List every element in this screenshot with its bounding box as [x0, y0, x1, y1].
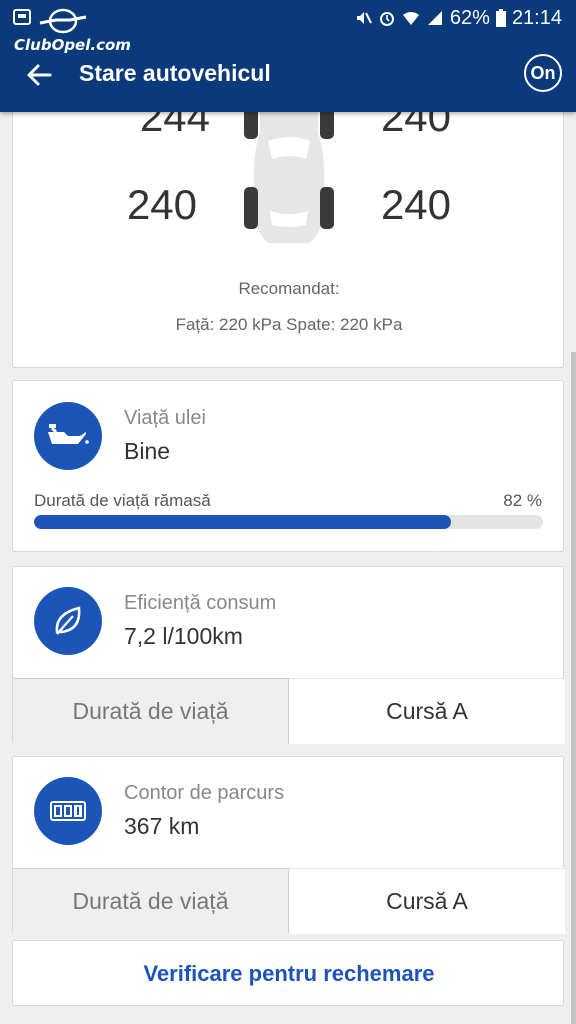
scroll-content[interactable]: 244 240 240 240 Recomandat: Față: 220 kP…: [0, 112, 576, 1024]
oil-life-progress-fill: [34, 515, 452, 529]
recall-check-button[interactable]: Verificare pentru rechemare: [13, 941, 565, 1007]
recommended-label: Recomandat:: [238, 279, 340, 298]
remaining-life-percent: 82 %: [503, 491, 542, 510]
oil-life-value: Bine: [124, 438, 171, 464]
car-top-view-icon: [244, 112, 334, 243]
signal-icon: [427, 11, 442, 25]
back-button[interactable]: [22, 58, 56, 92]
tire-pressure-card: 244 240 240 240 Recomandat: Față: 220 kP…: [12, 112, 564, 368]
tire-rear-right-value: 240: [380, 181, 452, 228]
page-title: Stare autovehicul: [79, 60, 271, 86]
recall-card: Verificare pentru rechemare: [12, 940, 564, 1006]
oil-life-progress-bar: [34, 515, 543, 529]
battery-icon: [495, 9, 506, 27]
status-icons: 62% 21:14: [354, 6, 562, 30]
arrow-left-icon: [27, 64, 52, 86]
remaining-life-label: Durată de viață rămasă: [34, 491, 211, 510]
fuel-tab-trip-a[interactable]: Cursă A: [289, 678, 565, 744]
fuel-tab-lifetime[interactable]: Durată de viață: [13, 678, 289, 744]
tire-rear-left-value: 240: [126, 181, 198, 228]
watermark: ClubOpel.com: [14, 36, 131, 54]
mute-icon: [356, 12, 372, 24]
odometer-icon: [34, 777, 102, 845]
fuel-efficiency-card: Eficiență consum 7,2 l/100km Durată de v…: [12, 566, 565, 744]
tire-front-left-value: 244: [139, 112, 211, 140]
status-bar: 62% 21:14: [0, 0, 576, 36]
onstar-button[interactable]: On: [524, 54, 562, 92]
clock: 21:14: [511, 6, 562, 29]
odometer-value: 367 km: [124, 813, 200, 839]
wifi-icon: [402, 11, 419, 25]
fuel-efficiency-value: 7,2 l/100km: [124, 623, 243, 649]
odometer-tab-trip-a[interactable]: Cursă A: [289, 868, 565, 934]
odometer-tab-lifetime[interactable]: Durată de viață: [13, 868, 289, 934]
leaf-icon: [34, 587, 102, 655]
recommended-values: Față: 220 kPa Spate: 220 kPa: [175, 315, 403, 334]
fuel-efficiency-label: Eficiență consum: [124, 592, 277, 614]
battery-percent: 62%: [449, 6, 490, 29]
opel-logo-icon: [12, 8, 92, 39]
oil-can-icon: [34, 402, 102, 470]
odometer-label: Contor de parcurs: [124, 782, 285, 804]
odometer-card: Contor de parcurs 367 km Durată de viață…: [12, 756, 565, 934]
alarm-icon: [379, 12, 394, 26]
scrollbar[interactable]: [571, 352, 576, 1024]
oil-life-label: Viață ulei: [124, 407, 206, 429]
oil-life-card: Viață ulei Bine Durată de viață rămasă 8…: [12, 380, 564, 552]
tire-front-right-value: 240: [380, 112, 452, 140]
onstar-label: On: [530, 62, 556, 83]
